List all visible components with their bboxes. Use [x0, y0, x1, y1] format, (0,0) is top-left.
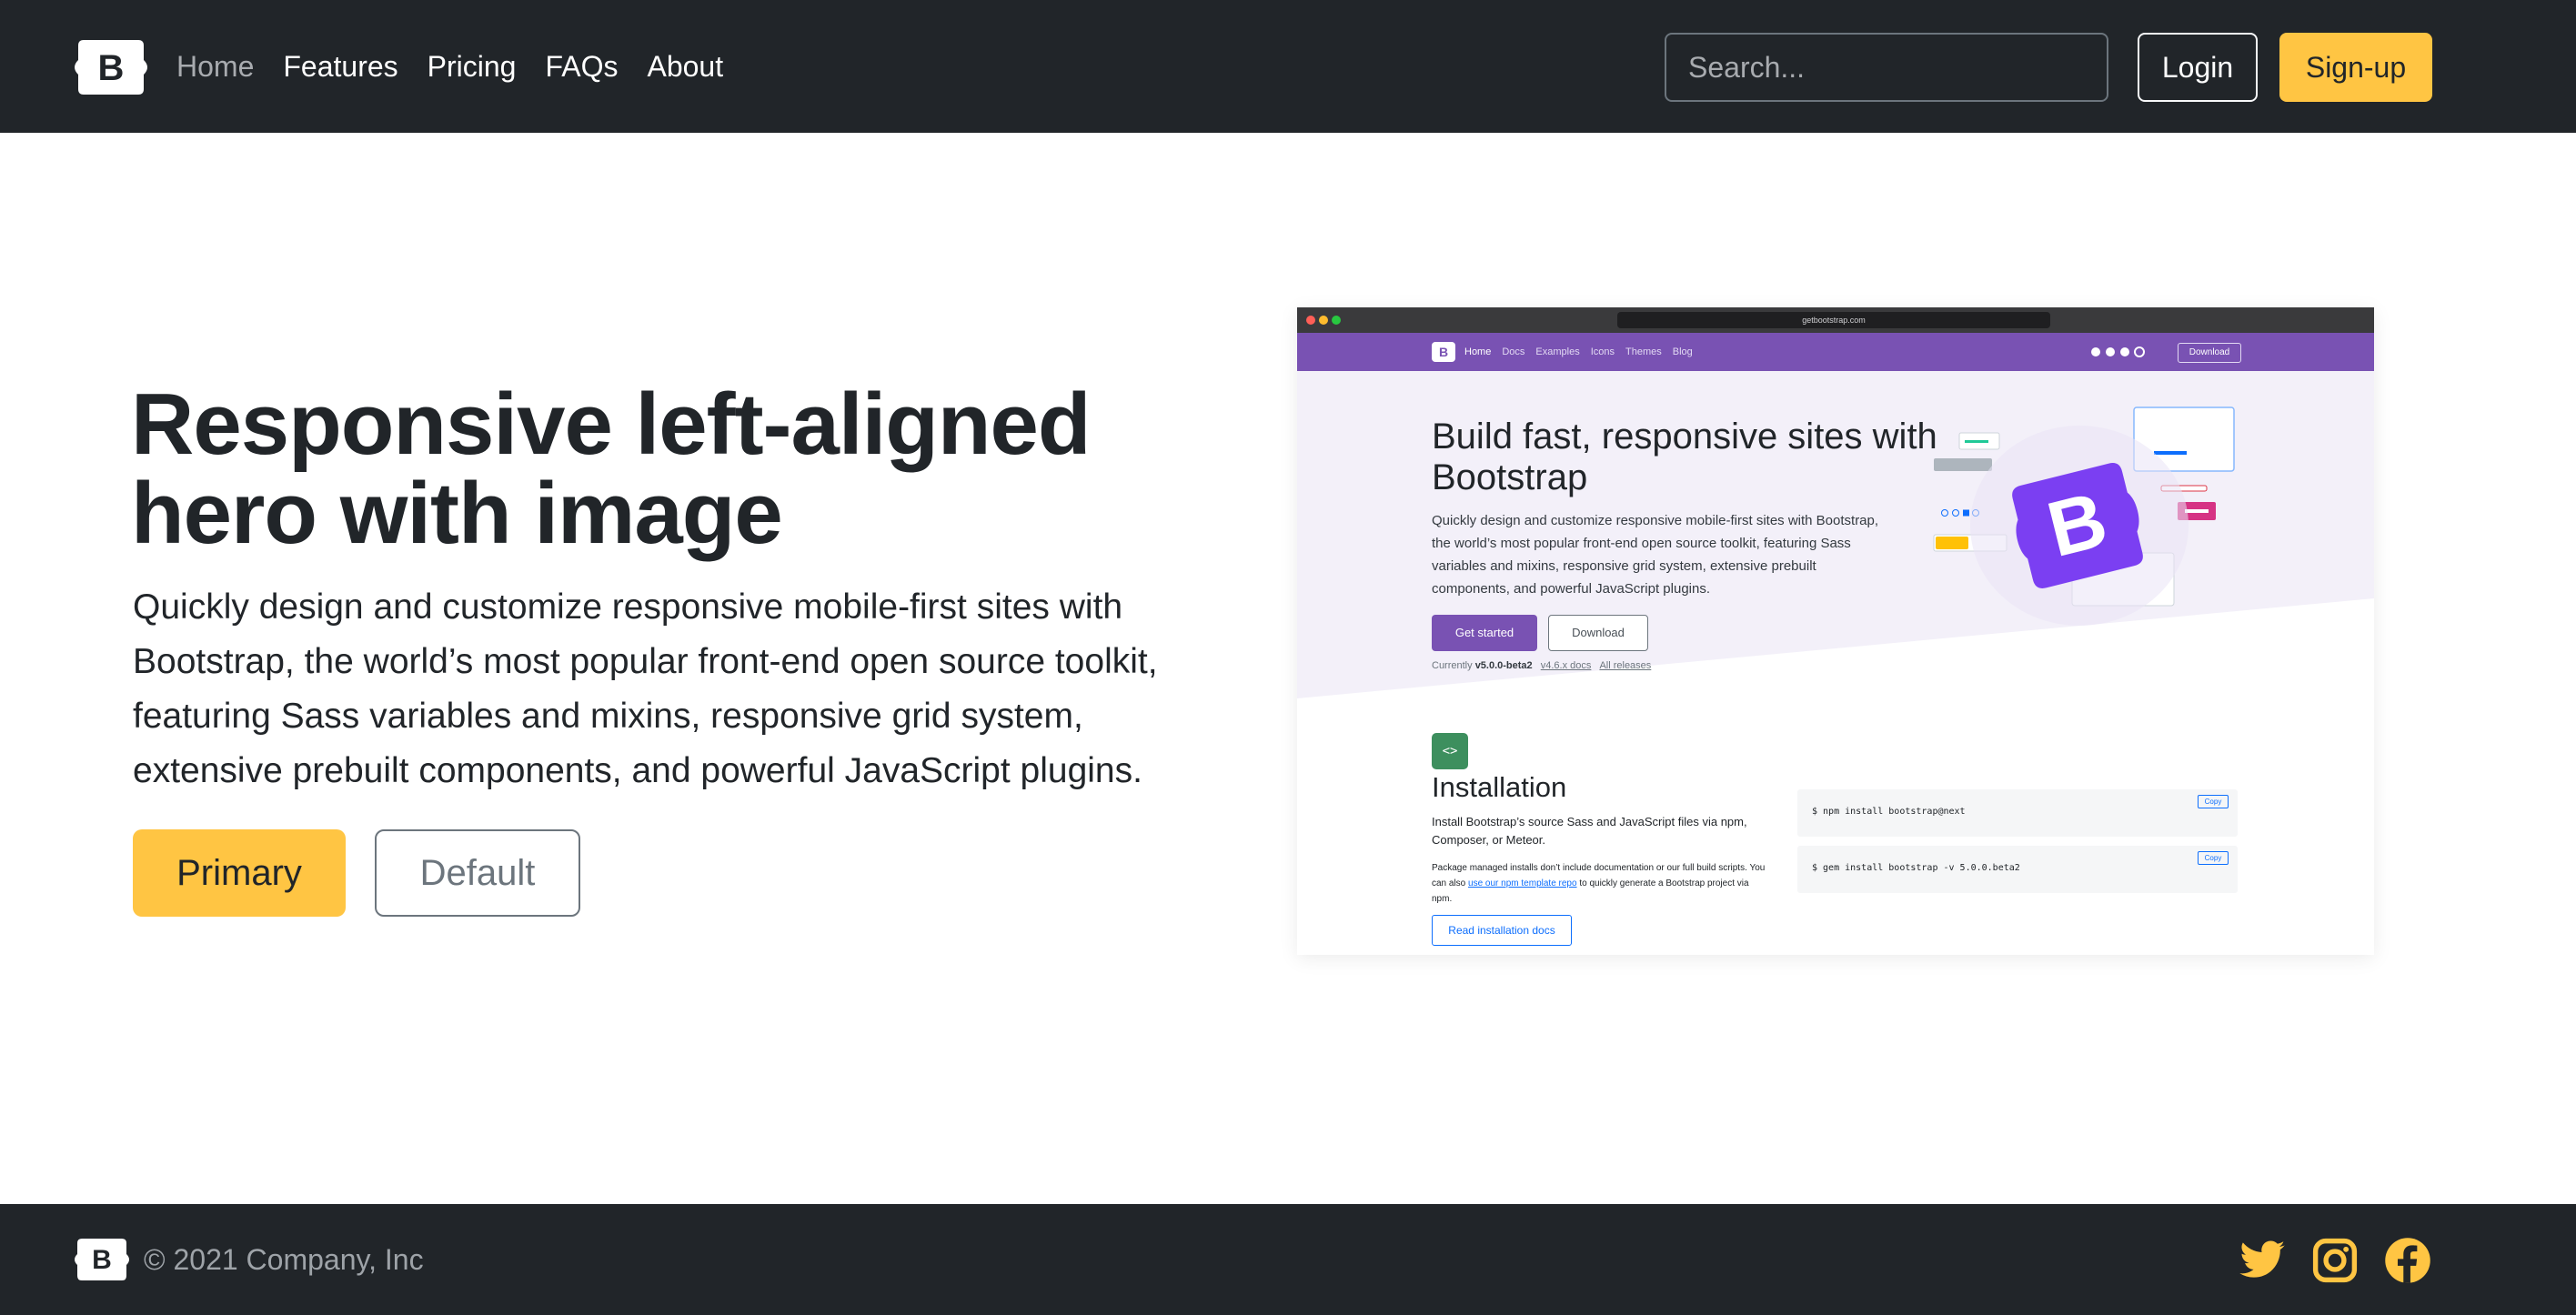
window-close-dot — [1306, 316, 1315, 325]
copyright-text: © 2021 Company, Inc — [144, 1243, 424, 1276]
mock-nav-link: Themes — [1625, 346, 1662, 357]
nav-link-pricing[interactable]: Pricing — [428, 50, 517, 84]
nav-link-home[interactable]: Home — [176, 50, 254, 84]
mock-nav-link: Docs — [1502, 346, 1525, 357]
mock-docs-link: v4.6.x docs — [1540, 660, 1592, 671]
social-links — [2238, 1235, 2432, 1286]
facebook-icon[interactable] — [2383, 1236, 2432, 1285]
mock-install-note: Package managed installs don’t include d… — [1432, 860, 1768, 907]
mock-navbar: B Home Docs Examples Icons Themes Blog D… — [1297, 333, 2374, 371]
instagram-icon[interactable] — [2310, 1236, 2360, 1285]
hero-image: getbootstrap.com B Home Docs Examples Ic… — [1297, 307, 2374, 955]
mock-releases-link: All releases — [1599, 660, 1652, 671]
bootstrap-logo[interactable]: B — [75, 36, 147, 98]
primary-button[interactable]: Primary — [133, 829, 346, 917]
mock-npm-template-link: use our npm template repo — [1468, 878, 1577, 888]
mock-code-block-npm: $ npm install bootstrap@next Copy — [1797, 789, 2238, 837]
mock-install-docs-button: Read installation docs — [1432, 915, 1572, 946]
twitter-icon[interactable] — [2238, 1236, 2287, 1285]
mock-hero-lead: Quickly design and customize responsive … — [1432, 513, 1879, 597]
mock-nav-link: Home — [1464, 346, 1492, 357]
mock-nav-link: Examples — [1535, 346, 1580, 357]
login-button[interactable]: Login — [2138, 33, 2258, 102]
signup-button[interactable]: Sign-up — [2279, 33, 2432, 102]
mock-copy-button: Copy — [2198, 795, 2229, 808]
mock-download-button: Download — [2178, 343, 2241, 363]
svg-text:B: B — [92, 1245, 112, 1275]
mock-version: v5.0.0-beta2 — [1474, 660, 1533, 671]
mock-copy-button: Copy — [2198, 851, 2229, 865]
mock-currently-label: Currently — [1432, 660, 1473, 671]
browser-titlebar: getbootstrap.com — [1297, 307, 2374, 333]
hero-lead: Quickly design and customize responsive … — [133, 587, 1158, 790]
mock-install-title: Installation — [1432, 771, 1567, 803]
mock-install-icon: <> — [1432, 733, 1468, 769]
footer-bootstrap-logo[interactable]: B — [75, 1237, 129, 1282]
mock-code-block-gem: $ gem install bootstrap -v 5.0.0.beta2 C… — [1797, 846, 2238, 893]
mock-logo: B — [1432, 342, 1455, 362]
mock-hero-download-button: Download — [1548, 615, 1648, 651]
mock-code-gem: $ gem install bootstrap -v 5.0.0.beta2 — [1812, 863, 2020, 873]
default-button[interactable]: Default — [375, 829, 580, 917]
svg-text:B: B — [98, 48, 125, 88]
mock-nav-link: Icons — [1590, 346, 1615, 357]
nav-link-faqs[interactable]: FAQs — [545, 50, 618, 84]
mock-nav-link: Blog — [1672, 346, 1693, 357]
main-nav: Home Features Pricing FAQs About — [176, 0, 752, 133]
bootstrap-illustration: B — [1933, 407, 2235, 626]
mock-hero-title: Build fast, responsive sites with Bootst… — [1432, 417, 1937, 497]
hero-title: Responsive left-aligned hero with image — [131, 376, 1092, 562]
mock-social-icons — [2091, 346, 2145, 357]
mock-get-started-button: Get started — [1432, 615, 1537, 651]
browser-url: getbootstrap.com — [1617, 312, 2050, 328]
nav-link-about[interactable]: About — [647, 50, 723, 84]
top-navbar: B Home Features Pricing FAQs About Login… — [0, 0, 2576, 133]
window-maximize-dot — [1332, 316, 1341, 325]
window-minimize-dot — [1319, 316, 1328, 325]
footer: B © 2021 Company, Inc — [0, 1204, 2576, 1315]
mock-nav-links: Home Docs Examples Icons Themes Blog — [1464, 333, 1704, 371]
nav-link-features[interactable]: Features — [283, 50, 397, 84]
mock-install-text: Install Bootstrap’s source Sass and Java… — [1432, 815, 1747, 847]
mock-version-line: Currently v5.0.0-beta2 v4.6.x docs All r… — [1432, 660, 1651, 671]
search-input[interactable] — [1665, 33, 2108, 102]
mock-code-npm: $ npm install bootstrap@next — [1812, 807, 1966, 817]
